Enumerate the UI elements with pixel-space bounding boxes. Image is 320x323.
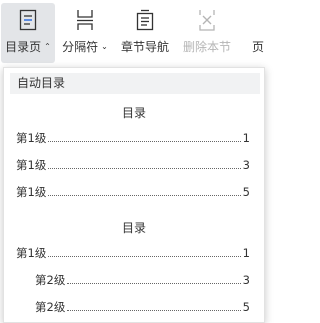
dot-leader — [48, 255, 241, 257]
toc-preview-style-1[interactable]: 目录 第1级 1 第1级 3 第1级 5 — [4, 96, 264, 211]
delete-section-label: 删除本节 — [182, 40, 231, 54]
separator-label: 分隔符 — [62, 40, 99, 54]
toc-page-label: 目录页 — [5, 40, 42, 54]
toc-page-button[interactable]: 目录页 ⌃ — [1, 3, 55, 63]
toc-preview-style-2[interactable]: 目录 第1级 1 第2级 3 第2级 5 — [4, 211, 264, 323]
dot-leader — [67, 282, 241, 284]
toc-row: 第2级 5 — [35, 300, 250, 314]
page-label: 页 — [252, 40, 265, 54]
ribbon-toolbar: 目录页 ⌃ 分隔符 ⌄ 章节导航 删除本节 页 — [0, 0, 269, 66]
delete-section-icon — [192, 3, 222, 37]
dot-leader — [48, 194, 241, 196]
separator-button[interactable]: 分隔符 ⌄ — [58, 3, 112, 63]
chapter-nav-button[interactable]: 章节导航 — [116, 3, 174, 63]
toc-page-icon — [13, 3, 43, 37]
toc-preview-title: 目录 — [121, 221, 146, 235]
chapter-nav-icon — [130, 3, 160, 37]
toc-preview-title: 目录 — [121, 106, 146, 120]
dot-leader — [67, 309, 241, 311]
separator-icon — [70, 3, 100, 37]
toc-dropdown-panel: 自动目录 目录 第1级 1 第1级 3 第1级 5 目录 第1级 1 第2级 3… — [3, 67, 265, 323]
toc-row: 第1级 1 — [16, 246, 250, 260]
chevron-down-icon: ⌄ — [101, 42, 108, 51]
toc-row: 第2级 3 — [35, 273, 250, 287]
toc-row: 第1级 3 — [16, 158, 250, 172]
dot-leader — [48, 167, 241, 169]
page-button[interactable]: 页 — [252, 3, 269, 63]
toc-row: 第1级 1 — [16, 131, 250, 145]
toc-row: 第1级 5 — [16, 185, 250, 199]
chapter-nav-label: 章节导航 — [120, 40, 169, 54]
delete-section-button[interactable]: 删除本节 — [178, 3, 236, 63]
auto-toc-header: 自动目录 — [10, 73, 260, 94]
chevron-up-icon: ⌃ — [44, 42, 51, 51]
dot-leader — [48, 140, 241, 142]
